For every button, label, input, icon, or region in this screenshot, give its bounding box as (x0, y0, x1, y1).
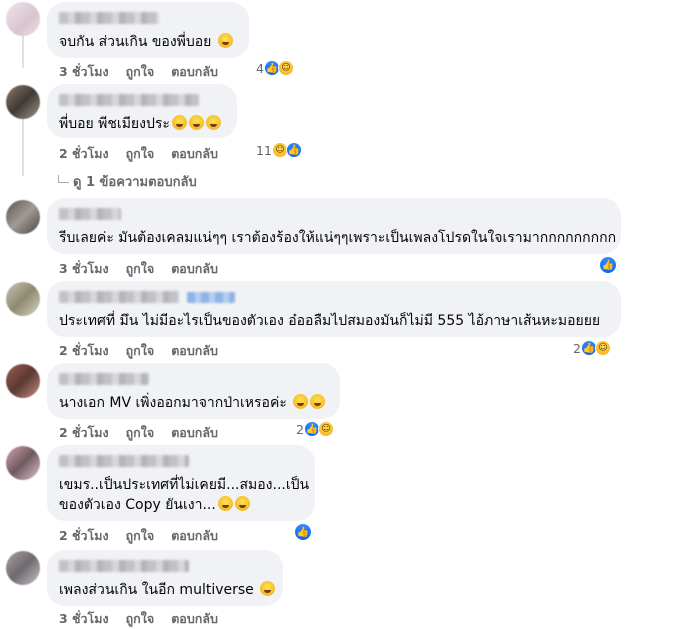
timestamp[interactable]: 2 ชั่วโมง (59, 341, 109, 361)
emoji (217, 33, 233, 48)
author-name[interactable] (59, 94, 199, 106)
like-button[interactable]: ถูกใจ (126, 259, 155, 279)
timestamp[interactable]: 3 ชั่วโมง (59, 609, 109, 629)
comment-actions: 3 ชั่วโมง ถูกใจ ตอบกลับ (59, 609, 218, 629)
avatar[interactable] (6, 2, 40, 36)
emoji (205, 115, 221, 130)
comment-bubble: จบกัน ส่วนเกิน ของพี่บอย (47, 2, 249, 58)
like-button[interactable]: ถูกใจ (126, 341, 155, 361)
comment-bubble: รีบเลยค่ะ มันต้องเคลมแน่ๆๆ เราต้องร้องให… (47, 198, 621, 254)
view-replies-link[interactable]: ดู 1 ข้อความตอบกลับ (58, 171, 197, 192)
comment-bubble: พี่บอย พีชเมียงประ (47, 84, 237, 138)
comment-actions: 2 ชั่วโมง ถูกใจ ตอบกลับ (59, 423, 218, 443)
reply-button[interactable]: ตอบกลับ (171, 259, 218, 279)
emoji (171, 115, 187, 130)
reply-button[interactable]: ตอบกลับ (171, 609, 218, 629)
avatar[interactable] (6, 85, 40, 119)
author-name[interactable] (59, 12, 159, 24)
comment-text: ประเทศที่ มึน ไม่มีอะไรเป็นของตัวเอง อ๋อ… (59, 313, 601, 329)
timestamp[interactable]: 2 ชั่วโมง (59, 144, 109, 164)
comment-actions: 2 ชั่วโมง ถูกใจ ตอบกลับ (59, 144, 218, 164)
comment-bubble: เขมร..เป็นประเทศที่ไม่เคยมี...สมอง...เป็… (47, 445, 315, 521)
like-button[interactable]: ถูกใจ (126, 144, 155, 164)
reaction-count: 2 (573, 340, 581, 356)
comment-text-line: ของตัวเอง Copy ยันเงา... (59, 495, 303, 515)
timestamp[interactable]: 2 ชั่วโมง (59, 423, 109, 443)
reply-button[interactable]: ตอบกลับ (171, 526, 218, 546)
reply-arrow-icon (58, 174, 69, 183)
reply-button[interactable]: ตอบกลับ (171, 341, 218, 361)
author-name[interactable] (59, 560, 189, 572)
reaction-summary[interactable]: 👍 (294, 523, 312, 541)
emoji (310, 394, 326, 409)
reply-button[interactable]: ตอบกลับ (171, 62, 218, 82)
like-icon: 👍 (599, 256, 617, 274)
timestamp[interactable]: 3 ชั่วโมง (59, 259, 109, 279)
reaction-summary[interactable]: 11 ☺ 👍 (256, 142, 302, 158)
reaction-count: 4 (256, 60, 264, 76)
like-button[interactable]: ถูกใจ (126, 526, 155, 546)
timestamp[interactable]: 3 ชั่วโมง (59, 62, 109, 82)
comment-bubble: เพลงส่วนเกิน ในอีก multiverse (47, 550, 283, 606)
like-button[interactable]: ถูกใจ (126, 423, 155, 443)
like-icon: 👍 (294, 523, 312, 541)
avatar[interactable] (6, 200, 40, 234)
comment-text: เพลงส่วนเกิน ในอีก multiverse (59, 580, 276, 600)
comment-text: นางเอก MV เพิ่งออกมาจากป่าเหรอค่ะ (59, 393, 328, 413)
comment-text: จบกัน ส่วนเกิน ของพี่บอย (59, 32, 237, 52)
comment-actions: 3 ชั่วโมง ถูกใจ ตอบกลับ (59, 259, 218, 279)
reaction-summary[interactable]: 2 👍 ☺ (573, 340, 611, 356)
view-replies-label: ดู 1 ข้อความตอบกลับ (73, 175, 197, 190)
avatar[interactable] (6, 551, 40, 585)
avatar[interactable] (6, 282, 40, 316)
author-name[interactable] (59, 208, 121, 220)
like-button[interactable]: ถูกใจ (126, 62, 155, 82)
author-name[interactable] (59, 373, 149, 385)
reply-button[interactable]: ตอบกลับ (171, 423, 218, 443)
reaction-count: 2 (296, 421, 304, 437)
haha-icon: ☺ (594, 340, 611, 356)
reaction-summary[interactable]: 2 👍 ☺ (296, 421, 334, 437)
timestamp[interactable]: 2 ชั่วโมง (59, 526, 109, 546)
avatar[interactable] (6, 446, 40, 480)
comment-bubble: ประเทศที่ มึน ไม่มีอะไรเป็นของตัวเอง อ๋อ… (47, 281, 621, 337)
emoji (293, 394, 309, 409)
reaction-summary[interactable]: 4 👍 ☺ (256, 60, 294, 76)
like-button[interactable]: ถูกใจ (126, 609, 155, 629)
thread-line (22, 116, 24, 176)
emoji (217, 496, 233, 511)
emoji (234, 496, 250, 511)
comment-text: รีบเลยค่ะ มันต้องเคลมแน่ๆๆ เราต้องร้องให… (59, 230, 617, 246)
avatar[interactable] (6, 364, 40, 398)
comment-text: พี่บอย พีชเมียงประ (59, 114, 225, 134)
reaction-count: 11 (256, 142, 272, 158)
comment-bubble: นางเอก MV เพิ่งออกมาจากป่าเหรอค่ะ (47, 363, 340, 419)
emoji (260, 581, 276, 596)
comment-actions: 3 ชั่วโมง ถูกใจ ตอบกลับ (59, 62, 218, 82)
reaction-summary[interactable]: 👍 (599, 256, 617, 274)
emoji (188, 115, 204, 130)
reply-button[interactable]: ตอบกลับ (171, 144, 218, 164)
like-icon: 👍 (285, 142, 302, 158)
haha-icon: ☺ (317, 421, 334, 437)
comment-text-line: เขมร..เป็นประเทศที่ไม่เคยมี...สมอง...เป็… (59, 477, 310, 493)
comment-actions: 2 ชั่วโมง ถูกใจ ตอบกลับ (59, 341, 218, 361)
comment-actions: 2 ชั่วโมง ถูกใจ ตอบกลับ (59, 526, 218, 546)
author-name[interactable] (59, 455, 189, 467)
author-name[interactable] (59, 291, 179, 303)
haha-icon: ☺ (277, 60, 294, 76)
author-badge[interactable] (187, 291, 235, 303)
